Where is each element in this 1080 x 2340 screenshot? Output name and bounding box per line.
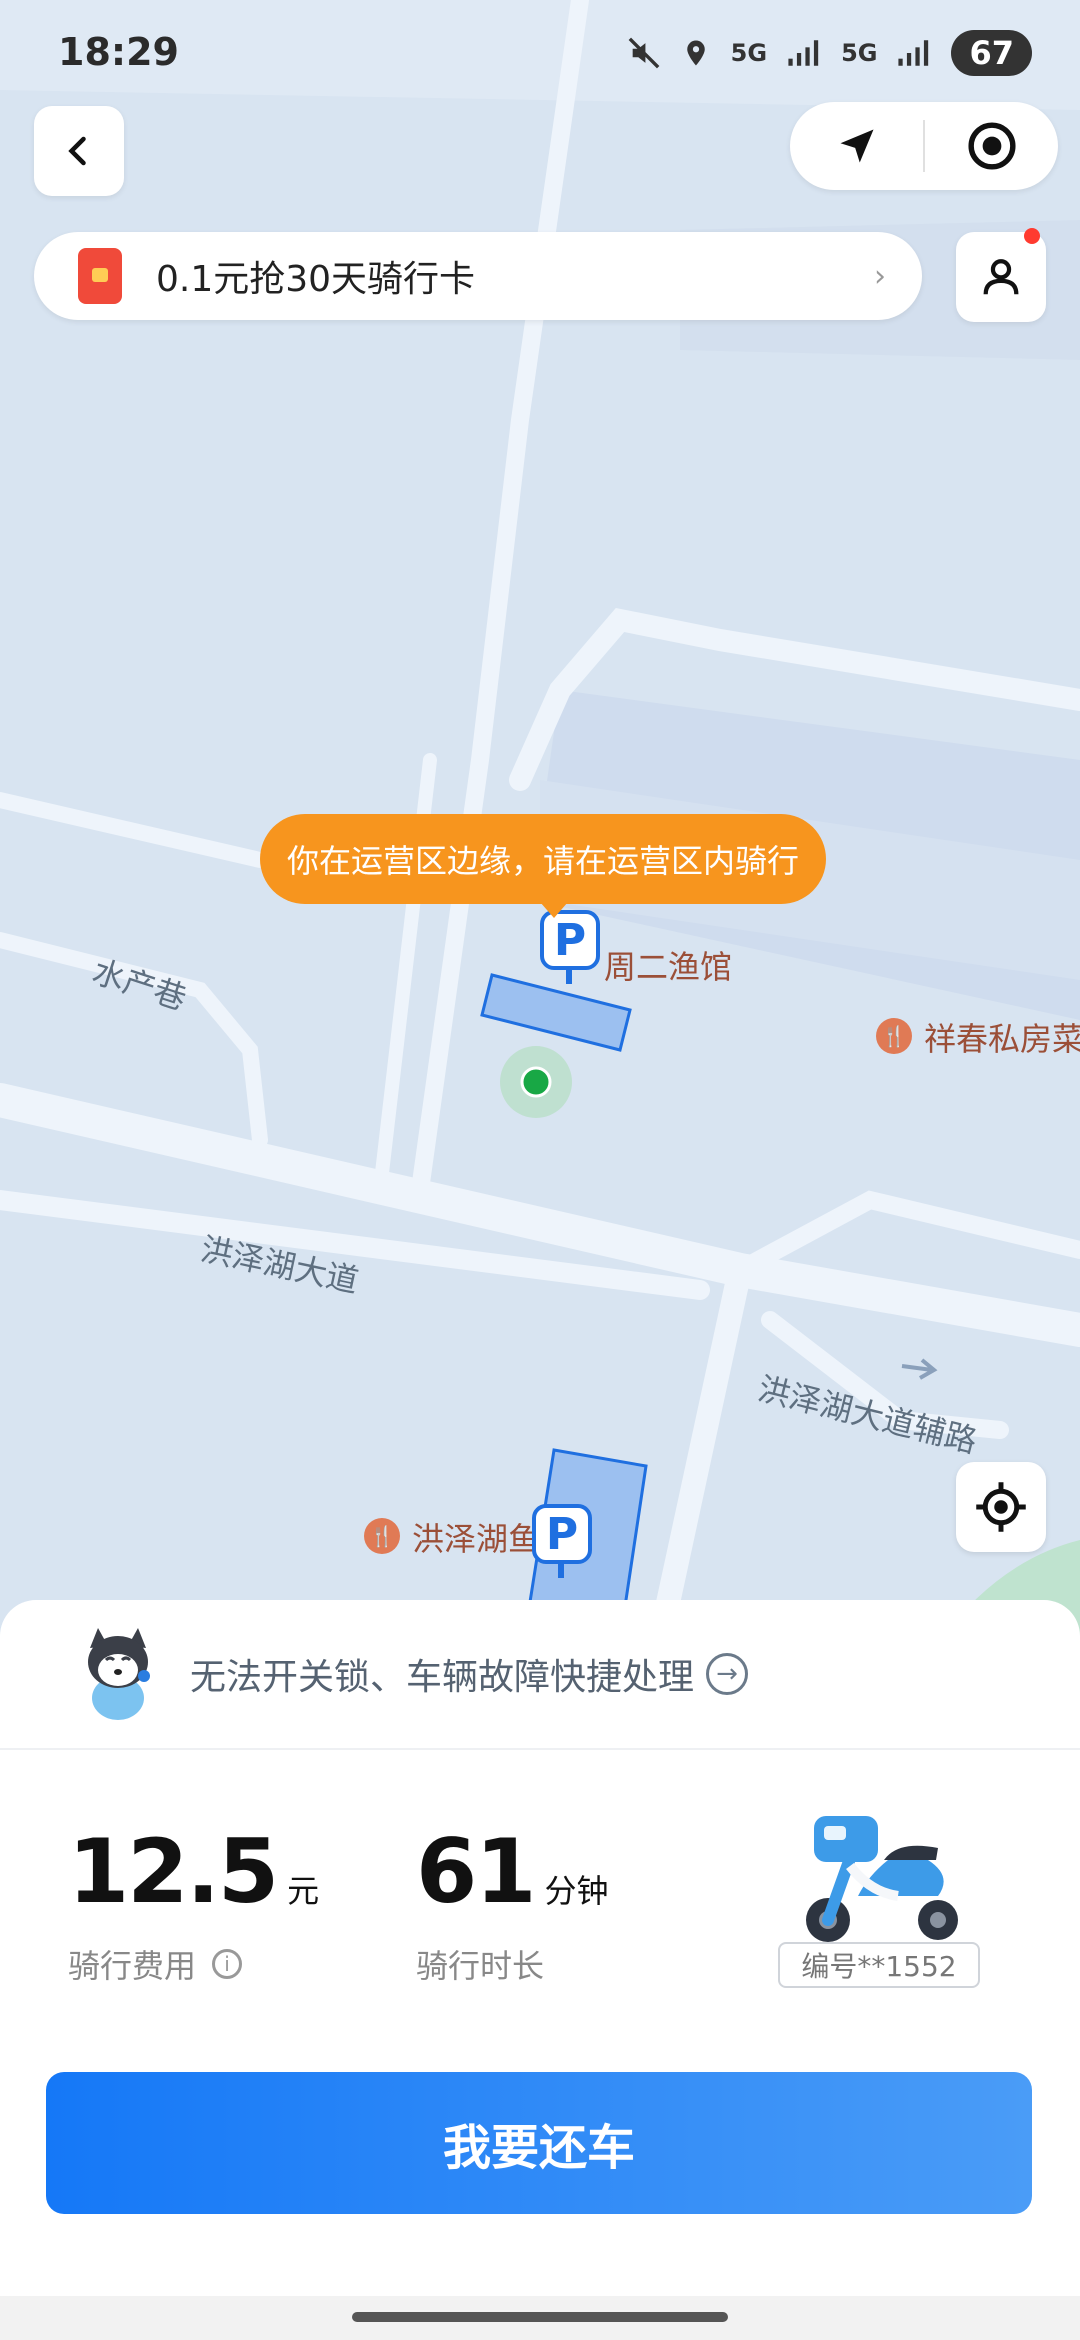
signal-icon: [898, 40, 929, 66]
arrow-right-icon: →: [706, 1653, 749, 1695]
help-row[interactable]: 无法开关锁、车辆故障快捷处理 →: [0, 1600, 1080, 1750]
zone-warning-tooltip: 你在运营区边缘，请在运营区内骑行: [260, 814, 826, 918]
status-icons: 5G 5G 67: [627, 30, 1032, 76]
home-indicator[interactable]: [352, 2312, 728, 2322]
info-icon[interactable]: i: [212, 1949, 243, 1979]
status-bar: 18:29 5G 5G 67: [0, 0, 1080, 110]
restaurant-icon: 🍴: [876, 1018, 912, 1054]
network-label: 5G: [730, 39, 768, 67]
crosshair-icon: [976, 1482, 1026, 1532]
help-text: 无法开关锁、车辆故障快捷处理: [190, 1657, 695, 1698]
ride-sheet: 无法开关锁、车辆故障快捷处理 → 12.5 元 骑行费用 i 61 分钟 骑行时长: [0, 1600, 1080, 2340]
red-envelope-icon: [78, 248, 122, 304]
duration-value: 61: [416, 1820, 536, 1923]
user-icon: [983, 259, 1019, 295]
user-location-dot: [520, 1066, 552, 1098]
bike-id-badge: 编号**1552: [778, 1942, 980, 1988]
duration-unit: 分钟: [544, 1872, 609, 1910]
fee-unit: 元: [287, 1872, 320, 1910]
promo-text: 0.1元抢30天骑行卡: [156, 259, 476, 300]
scooter-image: [788, 1796, 968, 1946]
target-icon: [967, 122, 1016, 170]
poi-xiangchun[interactable]: 祥春私房菜: [924, 1014, 1080, 1060]
poi-zhouer[interactable]: 周二渔馆: [604, 942, 732, 988]
navigation-arrow-icon: [840, 129, 873, 163]
target-button[interactable]: [925, 102, 1058, 190]
navigation-button[interactable]: [790, 102, 923, 190]
return-bike-button[interactable]: 我要还车: [46, 2072, 1032, 2214]
promo-banner[interactable]: 0.1元抢30天骑行卡 ›: [34, 232, 922, 320]
back-button[interactable]: [34, 106, 124, 196]
parking-pin[interactable]: P: [532, 1504, 592, 1578]
duration-stat: 61 分钟 骑行时长: [416, 1820, 608, 1987]
parking-pin[interactable]: P: [540, 910, 600, 984]
duration-label: 骑行时长: [416, 1947, 545, 1985]
status-time: 18:29: [58, 30, 179, 74]
locate-me-button[interactable]: [956, 1462, 1046, 1552]
mute-icon: [628, 37, 660, 69]
fee-label: 骑行费用: [68, 1947, 197, 1985]
signal-icon: [788, 40, 819, 66]
fee-value: 12.5: [68, 1820, 279, 1923]
chevron-right-icon: ›: [874, 258, 886, 294]
battery-level: 67: [951, 30, 1032, 76]
restaurant-icon: 🍴: [364, 1518, 400, 1554]
chevron-left-icon: [68, 136, 86, 166]
network-label: 5G: [841, 39, 878, 67]
fee-stat: 12.5 元 骑行费用 i: [68, 1820, 319, 1987]
husky-mascot-icon: [78, 1626, 158, 1722]
map-tools-pill: [790, 102, 1058, 190]
notification-dot: [1024, 228, 1040, 244]
user-profile-button[interactable]: [956, 228, 1046, 322]
location-icon: [686, 40, 705, 66]
